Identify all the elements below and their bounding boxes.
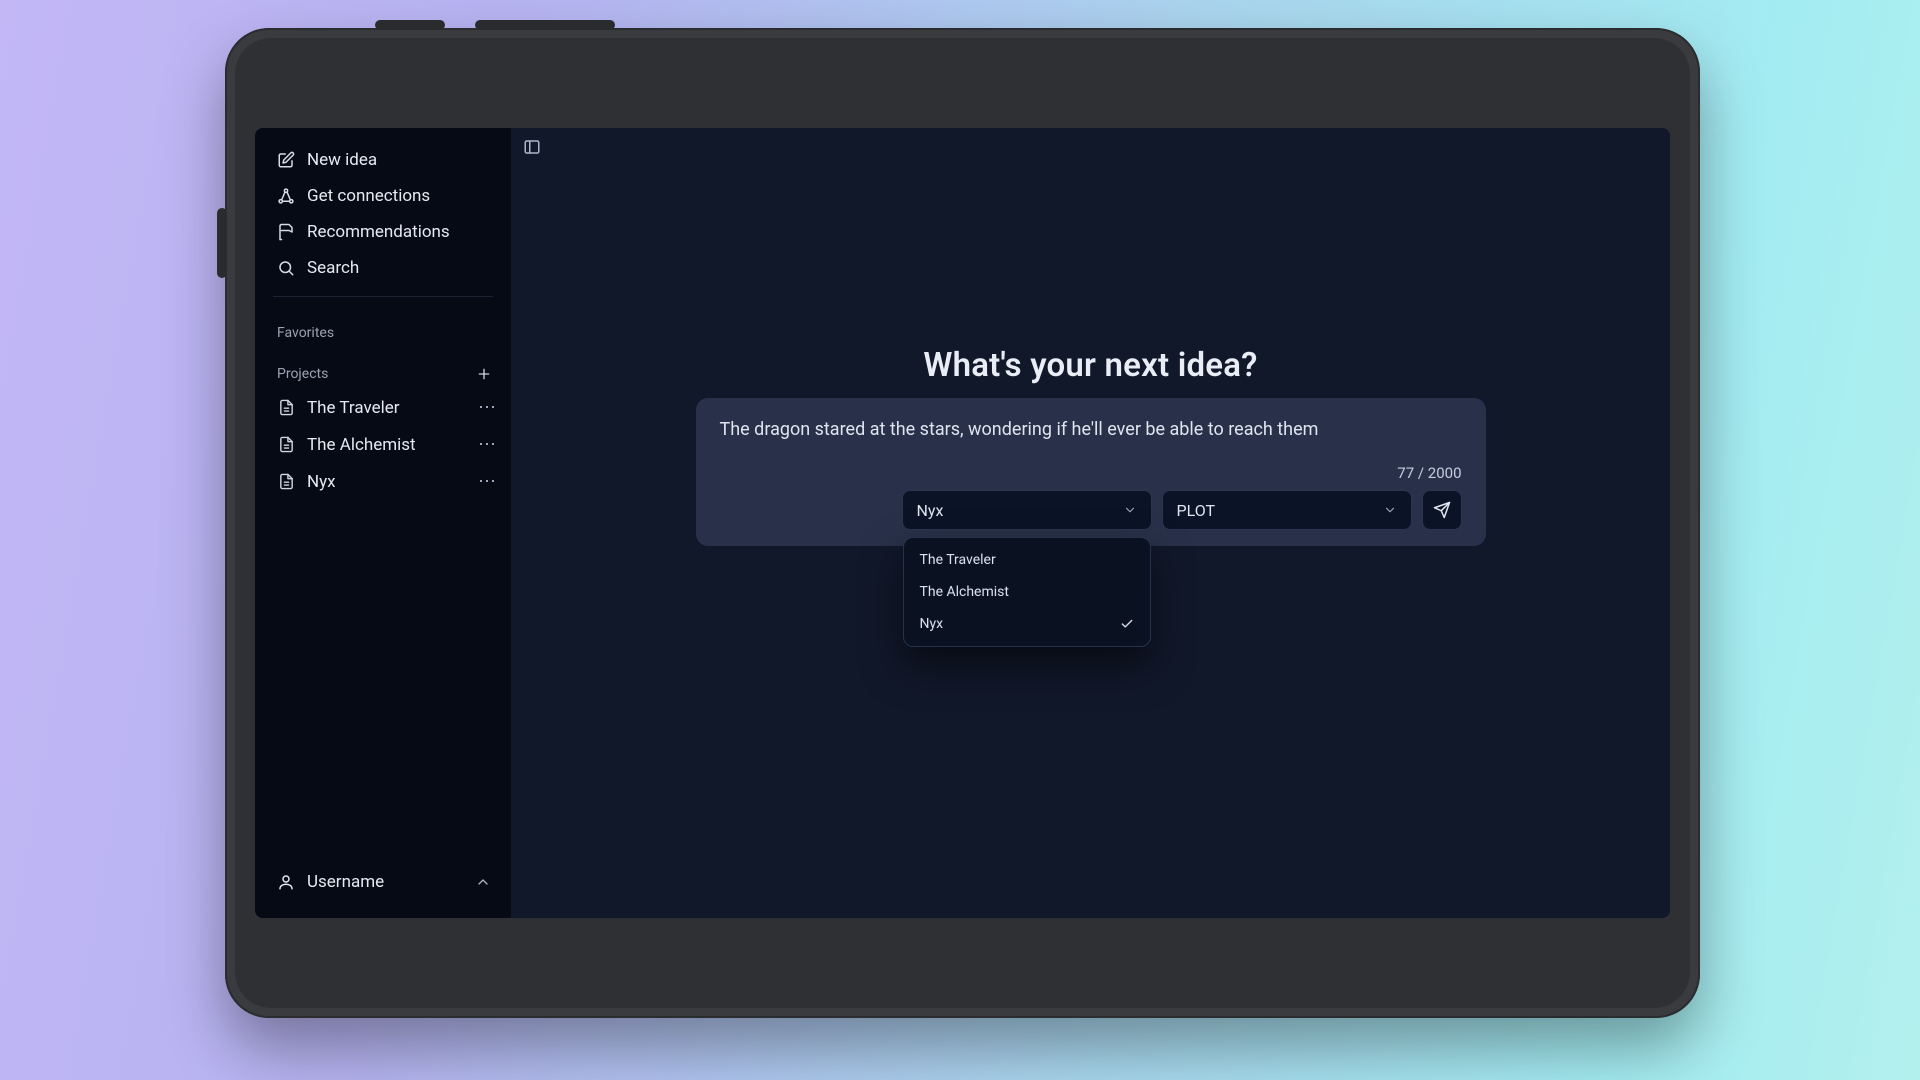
device-button xyxy=(475,20,615,30)
dropdown-item-selected[interactable]: Nyx xyxy=(910,608,1144,640)
project-more-button[interactable]: ⋯ xyxy=(478,434,497,455)
check-icon xyxy=(1120,617,1134,631)
device-button xyxy=(375,20,445,30)
project-label: The Traveler xyxy=(307,398,466,418)
send-button[interactable] xyxy=(1422,490,1462,530)
projects-heading: Projects xyxy=(277,366,328,382)
project-select[interactable]: Nyx The Traveler The Alchemist xyxy=(902,490,1152,530)
edit-square-icon xyxy=(277,151,295,169)
user-menu[interactable]: Username xyxy=(255,858,511,908)
tablet-frame: New idea Get connections Recommendations xyxy=(225,28,1700,1018)
project-item[interactable]: The Traveler ⋯ xyxy=(255,389,511,426)
idea-composer: The dragon stared at the stars, wonderin… xyxy=(696,398,1486,546)
app-screen: New idea Get connections Recommendations xyxy=(255,128,1670,918)
project-label: Nyx xyxy=(307,472,466,492)
nav-recommendations[interactable]: Recommendations xyxy=(273,214,493,250)
document-icon xyxy=(277,473,295,491)
divider xyxy=(273,296,493,297)
user-icon xyxy=(277,873,295,891)
dropdown-item-label: The Alchemist xyxy=(920,584,1009,600)
dropdown-item-label: The Traveler xyxy=(920,552,996,568)
sidebar: New idea Get connections Recommendations xyxy=(255,128,511,918)
main-panel: What's your next idea? The dragon stared… xyxy=(511,128,1670,918)
document-icon xyxy=(277,436,295,454)
nav-label: Recommendations xyxy=(307,222,450,242)
project-item[interactable]: Nyx ⋯ xyxy=(255,463,511,500)
composer-controls: Nyx The Traveler The Alchemist xyxy=(720,490,1462,530)
chevron-down-icon xyxy=(1123,503,1137,517)
nav-label: New idea xyxy=(307,150,377,170)
char-counter: 77 / 2000 xyxy=(720,464,1462,482)
username-label: Username xyxy=(307,872,384,892)
category-select-value: PLOT xyxy=(1177,501,1216,520)
project-more-button[interactable]: ⋯ xyxy=(478,471,497,492)
search-icon xyxy=(277,259,295,277)
chevron-up-icon xyxy=(475,874,491,890)
project-label: The Alchemist xyxy=(307,435,466,455)
document-icon xyxy=(277,399,295,417)
project-dropdown: The Traveler The Alchemist Nyx xyxy=(903,537,1151,647)
flag-icon xyxy=(277,223,295,241)
device-button xyxy=(217,208,227,278)
nav-label: Get connections xyxy=(307,186,430,206)
toggle-sidebar-button[interactable] xyxy=(521,136,543,158)
network-icon xyxy=(277,187,295,205)
category-select[interactable]: PLOT xyxy=(1162,490,1412,530)
dropdown-item[interactable]: The Alchemist xyxy=(910,576,1144,608)
chevron-down-icon xyxy=(1383,503,1397,517)
project-item[interactable]: The Alchemist ⋯ xyxy=(255,426,511,463)
favorites-heading: Favorites xyxy=(255,303,511,347)
project-more-button[interactable]: ⋯ xyxy=(478,397,497,418)
nav-get-connections[interactable]: Get connections xyxy=(273,178,493,214)
idea-input[interactable]: The dragon stared at the stars, wonderin… xyxy=(720,416,1462,444)
add-project-button[interactable] xyxy=(475,365,493,383)
nav-label: Search xyxy=(307,258,359,278)
project-select-value: Nyx xyxy=(917,501,944,520)
nav-search[interactable]: Search xyxy=(273,250,493,286)
hero-title: What's your next idea? xyxy=(923,346,1257,385)
dropdown-item-label: Nyx xyxy=(920,616,944,632)
nav-new-idea[interactable]: New idea xyxy=(273,142,493,178)
dropdown-item[interactable]: The Traveler xyxy=(910,544,1144,576)
